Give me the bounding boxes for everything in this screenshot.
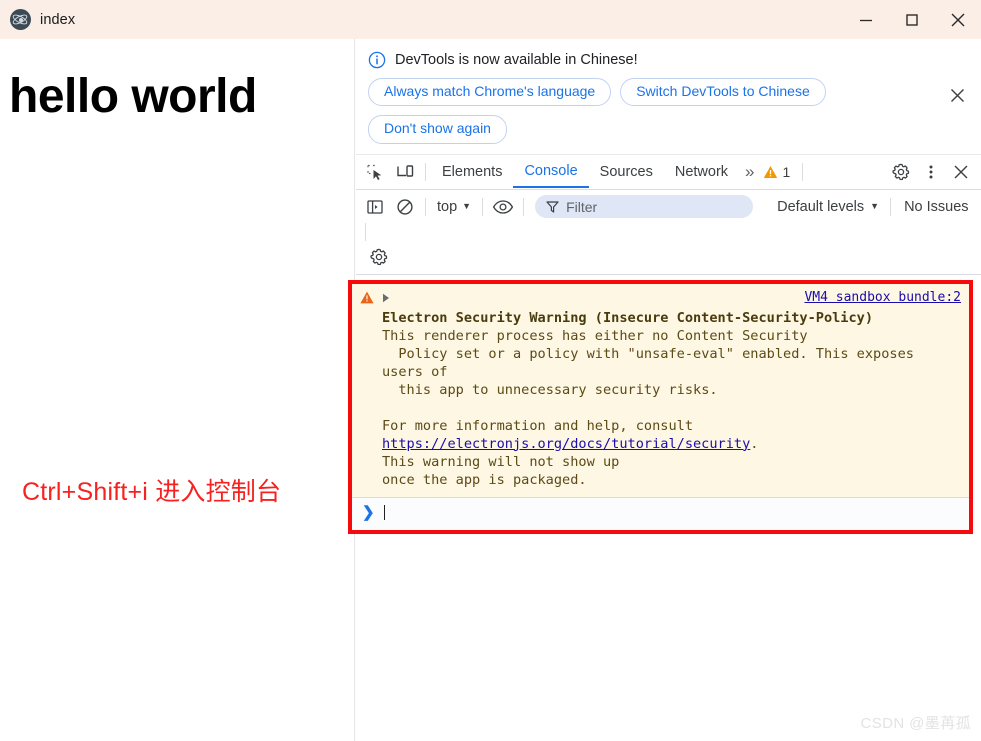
gear-icon xyxy=(892,163,910,180)
close-button[interactable] xyxy=(935,0,981,39)
console-message-line-3: users of xyxy=(382,363,448,380)
device-toolbar-button[interactable] xyxy=(390,158,420,186)
console-warning-message[interactable]: VM4 sandbox bundle:2 Electron Security W… xyxy=(352,283,969,498)
execution-context-selector[interactable]: top ▼ xyxy=(431,197,477,217)
infobar-text: DevTools is now available in Chinese! xyxy=(395,52,638,68)
clear-console-icon xyxy=(397,199,413,215)
tabbar-right-actions xyxy=(886,158,981,186)
execution-context-value: top xyxy=(437,198,458,215)
inspect-element-button[interactable] xyxy=(360,158,390,186)
console-filter-input[interactable]: Filter xyxy=(535,195,754,219)
console-filter-placeholder: Filter xyxy=(566,198,598,215)
info-circle-icon xyxy=(368,51,386,69)
devtools-language-infobar: DevTools is now available in Chinese! Al… xyxy=(356,39,981,155)
tab-elements[interactable]: Elements xyxy=(431,155,513,188)
console-message-line-4: this app to unnecessary security risks. xyxy=(382,381,718,398)
dont-show-again-button[interactable]: Don't show again xyxy=(368,115,507,144)
switch-devtools-to-chinese-button[interactable]: Switch DevTools to Chinese xyxy=(620,78,826,107)
console-sidebar-icon xyxy=(367,200,383,214)
watermark: CSDN @墨苒孤 xyxy=(860,715,971,732)
console-sidebar-toggle-button[interactable] xyxy=(360,193,390,221)
window-controls xyxy=(843,0,981,39)
console-toolbar-divider-3 xyxy=(523,197,525,216)
chevron-down-icon: ▼ xyxy=(462,201,472,212)
console-message-line-1: This renderer process has either no Cont… xyxy=(382,327,808,344)
chevron-down-icon: ▼ xyxy=(870,201,880,212)
tabbar-divider-2 xyxy=(802,162,804,181)
issues-status-button[interactable]: No Issues xyxy=(896,197,976,217)
devtools-main-menu-button[interactable] xyxy=(916,158,946,186)
tabbar-divider xyxy=(425,162,426,181)
warning-count-badge[interactable]: 1 xyxy=(761,164,798,180)
maximize-button[interactable] xyxy=(889,0,935,39)
devtools-panel: DevTools is now available in Chinese! Al… xyxy=(348,39,981,741)
warning-triangle-icon xyxy=(360,291,374,304)
console-toolbar-second-row xyxy=(360,243,981,271)
console-message-line-7: This warning will not show up xyxy=(382,453,620,470)
log-levels-selector[interactable]: Default levels ▼ xyxy=(771,197,885,217)
text-caret xyxy=(383,505,385,521)
gear-icon xyxy=(370,248,388,265)
devtools-settings-button[interactable] xyxy=(886,158,916,186)
expand-arrow-icon[interactable] xyxy=(381,293,391,303)
always-match-chrome-language-button[interactable]: Always match Chrome's language xyxy=(368,78,612,107)
titlebar-left: index xyxy=(0,9,843,30)
tab-network[interactable]: Network xyxy=(664,155,739,188)
minimize-icon xyxy=(860,19,872,21)
console-settings-button[interactable] xyxy=(364,243,394,271)
prompt-chevron-icon: ❯ xyxy=(362,504,375,522)
infobar-message-row: DevTools is now available in Chinese! xyxy=(356,51,981,69)
live-expression-button[interactable] xyxy=(488,193,518,221)
console-toolbar: top ▼ Filter Default levels ▼ No Issues xyxy=(356,189,981,275)
minimize-button[interactable] xyxy=(843,0,889,39)
console-toolbar-divider-1 xyxy=(425,197,426,216)
console-message-title: Electron Security Warning (Insecure Cont… xyxy=(382,309,874,326)
close-icon xyxy=(954,165,968,179)
tab-console[interactable]: Console xyxy=(513,155,589,189)
more-vertical-icon xyxy=(929,165,933,179)
electron-security-docs-link[interactable]: https://electronjs.org/docs/tutorial/sec… xyxy=(382,436,750,452)
warning-triangle-icon xyxy=(763,165,777,178)
log-levels-value: Default levels xyxy=(777,198,865,215)
console-message-link-suffix: . xyxy=(750,435,759,452)
console-message-header: VM4 sandbox bundle:2 xyxy=(360,289,961,307)
shortcut-annotation: Ctrl+Shift+i 进入控制台 xyxy=(22,478,282,506)
console-toolbar-divider-5 xyxy=(365,222,366,241)
console-message-body: Electron Security Warning (Insecure Cont… xyxy=(382,309,961,489)
window-title: index xyxy=(40,11,76,28)
console-input-prompt[interactable]: ❯ xyxy=(352,497,969,530)
close-icon xyxy=(950,88,964,102)
infobar-buttons: Always match Chrome's language Switch De… xyxy=(356,78,888,144)
inspect-element-icon xyxy=(367,164,382,180)
warning-count-value: 1 xyxy=(782,163,791,180)
infobar-close-button[interactable] xyxy=(945,83,969,107)
app-window: index hello world Ctrl+Shift+i 进入控制台 Dev… xyxy=(0,0,981,741)
rendered-page-area: hello world Ctrl+Shift+i 进入控制台 xyxy=(0,39,355,741)
live-expression-eye-icon xyxy=(492,200,514,214)
tab-sources[interactable]: Sources xyxy=(589,155,664,188)
console-message-line-2: Policy set or a policy with "unsafe-eval… xyxy=(382,345,914,362)
console-message-line-8: once the app is packaged. xyxy=(382,471,587,488)
devtools-close-button[interactable] xyxy=(946,158,976,186)
titlebar: index xyxy=(0,0,981,39)
console-toolbar-divider-4 xyxy=(890,197,892,216)
clear-console-button[interactable] xyxy=(390,193,420,221)
maximize-icon xyxy=(906,13,918,26)
device-toolbar-icon xyxy=(396,165,413,177)
more-tabs-button[interactable]: » xyxy=(739,163,760,180)
page-title: hello world xyxy=(9,70,257,123)
console-message-line-6: For more information and help, consult xyxy=(382,417,693,434)
filter-funnel-icon xyxy=(546,201,559,213)
console-toolbar-divider-2 xyxy=(482,197,484,216)
electron-atom-icon xyxy=(10,9,31,30)
console-annotated-region: VM4 sandbox bundle:2 Electron Security W… xyxy=(348,279,973,534)
console-message-source-link[interactable]: VM4 sandbox bundle:2 xyxy=(804,290,961,305)
devtools-tabbar: Elements Console Sources Network » 1 xyxy=(356,154,981,190)
close-icon xyxy=(951,13,965,26)
